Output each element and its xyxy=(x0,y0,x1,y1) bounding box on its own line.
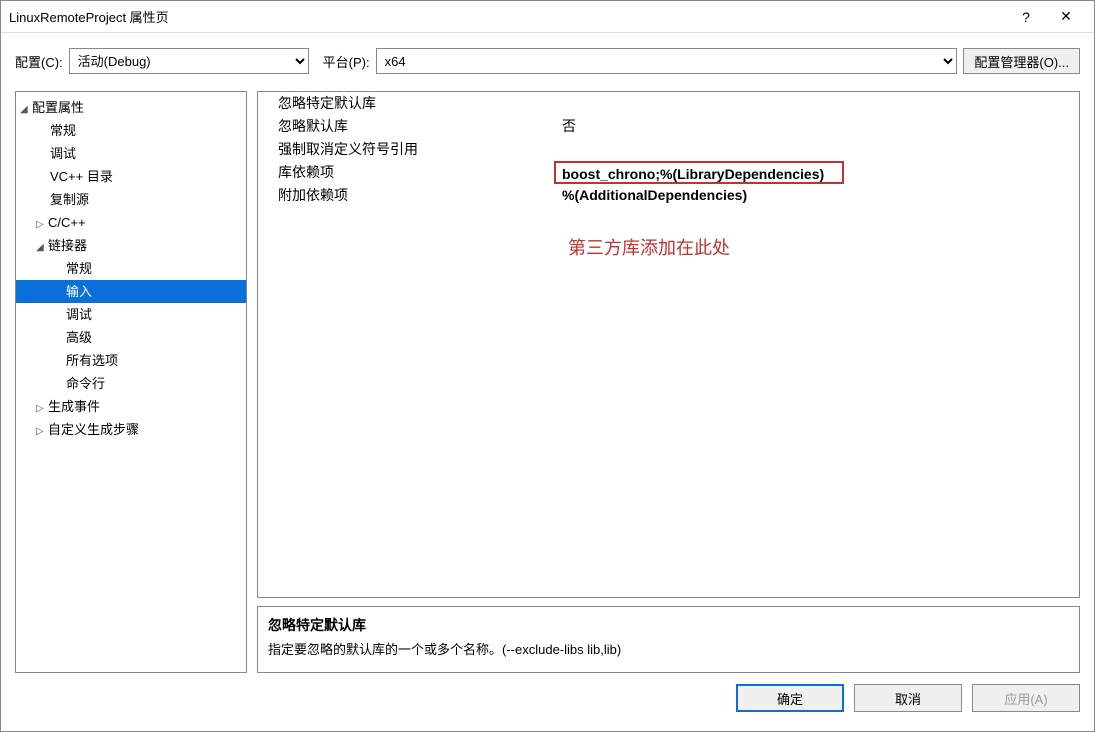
prop-value[interactable]: boost_chrono;%(LibraryDependencies) xyxy=(554,161,844,184)
toolbar: 配置(C): 活动(Debug) 平台(P): x64 配置管理器(O)... xyxy=(1,33,1094,83)
tree-item-linker-debug[interactable]: 调试 xyxy=(16,303,246,326)
prop-row[interactable]: 附加依赖项 %(AdditionalDependencies) xyxy=(258,184,1079,207)
ok-button[interactable]: 确定 xyxy=(736,684,844,712)
tree-item-build-events[interactable]: ▷生成事件 xyxy=(16,395,246,418)
window-title: LinuxRemoteProject 属性页 xyxy=(9,7,1006,26)
tree-item-general[interactable]: 常规 xyxy=(16,119,246,142)
prop-row[interactable]: 忽略特定默认库 xyxy=(258,92,1079,115)
config-label: 配置(C): xyxy=(15,52,63,71)
nav-tree[interactable]: ◢配置属性 常规 调试 VC++ 目录 复制源 ▷C/C++ ◢链接器 常规 输… xyxy=(15,91,247,673)
prop-value[interactable]: %(AdditionalDependencies) xyxy=(558,184,1079,207)
prop-label: 附加依赖项 xyxy=(258,184,558,207)
tree-item-linker-input[interactable]: 输入 xyxy=(16,280,246,303)
tree-item-linker-cmdline[interactable]: 命令行 xyxy=(16,372,246,395)
apply-button[interactable]: 应用(A) xyxy=(972,684,1080,712)
prop-value[interactable] xyxy=(558,138,1079,161)
tree-item-vcdirs[interactable]: VC++ 目录 xyxy=(16,165,246,188)
tree-item-linker-advanced[interactable]: 高级 xyxy=(16,326,246,349)
prop-label: 忽略默认库 xyxy=(258,115,558,138)
tree-root-config[interactable]: ◢配置属性 xyxy=(16,96,246,119)
prop-row-library-deps[interactable]: 库依赖项 boost_chrono;%(LibraryDependencies) xyxy=(258,161,1079,184)
description-title: 忽略特定默认库 xyxy=(268,615,1069,635)
main-area: ◢配置属性 常规 调试 VC++ 目录 复制源 ▷C/C++ ◢链接器 常规 输… xyxy=(1,83,1094,673)
platform-label: 平台(P): xyxy=(323,52,370,71)
annotation-text: 第三方库添加在此处 xyxy=(568,234,730,260)
right-pane: 忽略特定默认库 忽略默认库 否 强制取消定义符号引用 库依赖项 boost_ch… xyxy=(257,91,1080,673)
tree-item-debug[interactable]: 调试 xyxy=(16,142,246,165)
tree-item-custom-build[interactable]: ▷自定义生成步骤 xyxy=(16,418,246,441)
titlebar: LinuxRemoteProject 属性页 ? ✕ xyxy=(1,1,1094,33)
description-panel: 忽略特定默认库 指定要忽略的默认库的一个或多个名称。(--exclude-lib… xyxy=(257,606,1080,673)
prop-label: 忽略特定默认库 xyxy=(258,92,558,115)
prop-label: 强制取消定义符号引用 xyxy=(258,138,558,161)
tree-item-linker[interactable]: ◢链接器 xyxy=(16,234,246,257)
footer: 确定 取消 应用(A) xyxy=(1,673,1094,723)
prop-row[interactable]: 强制取消定义符号引用 xyxy=(258,138,1079,161)
description-body: 指定要忽略的默认库的一个或多个名称。(--exclude-libs lib,li… xyxy=(268,639,1069,658)
prop-value[interactable] xyxy=(558,92,1079,115)
tree-item-cpp[interactable]: ▷C/C++ xyxy=(16,211,246,234)
config-select[interactable]: 活动(Debug) xyxy=(69,48,309,74)
prop-value[interactable]: 否 xyxy=(558,115,1079,138)
config-manager-button[interactable]: 配置管理器(O)... xyxy=(963,48,1080,74)
cancel-button[interactable]: 取消 xyxy=(854,684,962,712)
prop-row[interactable]: 忽略默认库 否 xyxy=(258,115,1079,138)
platform-select[interactable]: x64 xyxy=(376,48,958,74)
help-button[interactable]: ? xyxy=(1006,9,1046,25)
tree-item-linker-general[interactable]: 常规 xyxy=(16,257,246,280)
property-grid[interactable]: 忽略特定默认库 忽略默认库 否 强制取消定义符号引用 库依赖项 boost_ch… xyxy=(257,91,1080,598)
close-button[interactable]: ✕ xyxy=(1046,8,1086,25)
prop-label: 库依赖项 xyxy=(258,161,558,184)
tree-item-copysrc[interactable]: 复制源 xyxy=(16,188,246,211)
tree-item-linker-alloptions[interactable]: 所有选项 xyxy=(16,349,246,372)
